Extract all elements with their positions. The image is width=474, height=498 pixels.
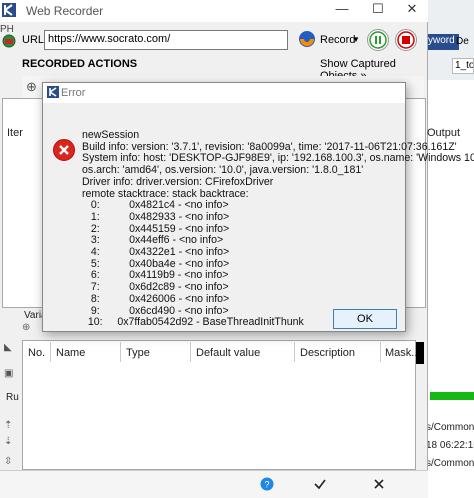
katalon-logo-icon (47, 86, 59, 98)
minimize-button[interactable]: — (328, 1, 356, 19)
url-input[interactable]: https://www.socrato.com/ (44, 30, 288, 50)
arrow-icon[interactable]: ◣ (4, 342, 16, 354)
move-down-icon[interactable]: ⇣ (4, 436, 16, 448)
stop-icon (397, 31, 415, 49)
error-message-line: 10: 0x7ffab0542d92 - BaseThreadInitThunk (82, 316, 304, 329)
error-message-line: 4: 0x4322e1 - <no info> (82, 246, 230, 259)
pause-icon (369, 31, 387, 49)
column-no: No. (28, 347, 46, 359)
check-icon[interactable] (313, 477, 327, 491)
bottom-toolbar: ? (0, 470, 428, 498)
recorded-actions-heading: RECORDED ACTIONS (22, 58, 138, 70)
pause-button[interactable] (367, 29, 389, 51)
error-message: newSession Build info: version: '3.7.1', … (82, 129, 474, 329)
progress-bar (430, 392, 474, 400)
variables-table (22, 340, 416, 470)
dialog-title-bar: Error (43, 83, 405, 103)
keyword-tab[interactable]: yword (424, 34, 459, 50)
maximize-button[interactable]: ☐ (364, 1, 392, 19)
column-divider (294, 342, 295, 362)
cancel-x-icon[interactable] (372, 477, 386, 491)
column-type: Type (126, 347, 150, 359)
record-button[interactable]: Record (320, 34, 355, 46)
keyword-de-label: De (456, 36, 469, 47)
variables-add-icon[interactable]: ⊕ (22, 322, 34, 334)
error-message-line: 1: 0x482933 - <no info> (82, 210, 230, 223)
chevron-down-icon[interactable]: ▼ (352, 35, 360, 44)
column-default-value: Default value (196, 347, 261, 359)
test-case-tab[interactable]: 1_to (452, 58, 474, 74)
expand-icon[interactable]: ⇳ (4, 456, 16, 468)
add-icon[interactable]: ⊕ (26, 79, 37, 95)
column-divider (120, 342, 121, 362)
dialog-title: Error (61, 87, 86, 99)
error-message-line: Driver info: driver.version: CFirefoxDri… (82, 175, 274, 188)
scrollbar-thumb[interactable] (416, 342, 424, 364)
url-label: URL (22, 34, 45, 46)
error-message-line: newSession (82, 129, 140, 141)
panel-icon[interactable]: ▣ (4, 368, 16, 380)
move-up-icon[interactable]: ⇡ (4, 420, 16, 432)
column-divider (380, 342, 381, 362)
column-divider (50, 342, 51, 362)
window-title: Web Recorder (26, 4, 104, 18)
title-bar: Web Recorder — ☐ ✕ (0, 0, 428, 22)
error-x-icon (59, 145, 69, 155)
globe-icon (2, 34, 16, 48)
column-description: Description (300, 347, 356, 359)
run-label: Ru (6, 392, 19, 403)
katalon-logo-icon (2, 3, 16, 17)
error-message-line: 8: 0x426006 - <no info> (82, 292, 230, 305)
log-line-3: s/Common (426, 458, 474, 469)
item-column-header: Iter (7, 127, 23, 139)
ok-button[interactable]: OK (333, 309, 397, 329)
error-icon (53, 139, 75, 161)
log-line-2: 18 06:22:15 P (426, 440, 474, 451)
log-line-1: s/Common (426, 422, 474, 433)
svg-text:?: ? (264, 480, 269, 490)
error-dialog: Error newSession Build info: version: '3.… (42, 82, 474, 332)
column-name: Name (56, 347, 86, 359)
close-button[interactable]: ✕ (398, 1, 426, 19)
column-divider (190, 342, 191, 362)
stop-button[interactable] (395, 29, 417, 51)
help-icon[interactable]: ? (260, 477, 274, 491)
firefox-icon[interactable] (298, 30, 316, 48)
